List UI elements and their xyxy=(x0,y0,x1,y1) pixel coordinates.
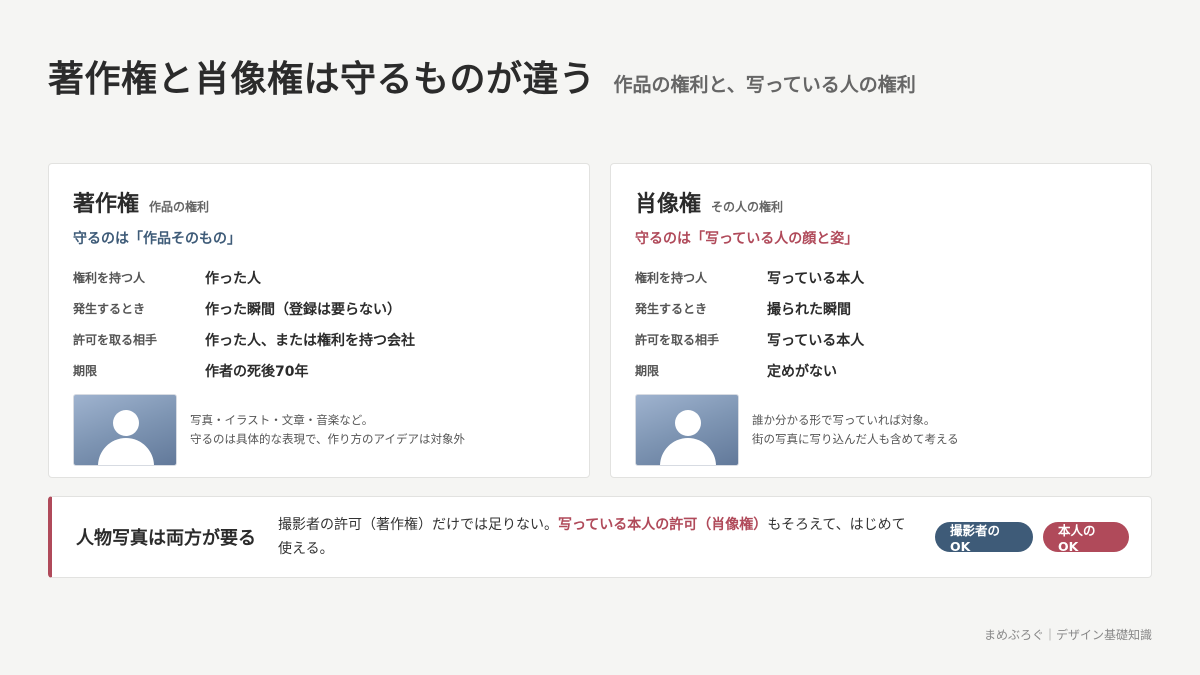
silhouette-body xyxy=(98,438,154,465)
card-note-line: 誰か分かる形で写っていれば対象。 xyxy=(752,413,936,427)
attribute-value: 作者の死後70年 xyxy=(205,363,309,380)
attribute-value: 撮られた瞬間 xyxy=(767,301,851,318)
banner-text-emphasis: 写っている本人の許可（肖像権） xyxy=(558,517,768,533)
card-lead: 守るのは「写っている人の顔と姿」 xyxy=(635,231,859,247)
attribute-label: 権利を持つ人 xyxy=(635,271,708,285)
footer-credit: まめぶろぐ｜デザイン基礎知識 xyxy=(983,628,1152,642)
card-subtitle: その人の権利 xyxy=(711,200,784,214)
copyright-card: 著作権 作品の権利 守るのは「作品そのもの」 権利を持つ人 作った人 発生すると… xyxy=(48,163,590,478)
card-note-line: 街の写真に写り込んだ人も含めて考える xyxy=(752,432,959,446)
card-note-line: 守るのは具体的な表現で、作り方のアイデアは対象外 xyxy=(190,432,465,446)
attribute-value: 定めがない xyxy=(767,363,837,380)
badge-group: 撮影者のOK 本人のOK xyxy=(935,522,1129,554)
attribute-row: 発生するとき 撮られた瞬間 xyxy=(635,293,1127,324)
attribute-label: 発生するとき xyxy=(635,302,708,316)
card-title: 肖像権 xyxy=(635,192,702,217)
page-header: 著作権と肖像権は守るものが違う 作品の権利と、写っている人の権利 xyxy=(48,50,916,102)
card-subtitle: 作品の権利 xyxy=(149,200,210,214)
attribute-value: 写っている本人 xyxy=(767,332,865,349)
banner-text: 撮影者の許可（著作権）だけでは足りない。写っている本人の許可（肖像権）もそろえて… xyxy=(278,513,918,561)
card-header: 著作権 作品の権利 xyxy=(73,186,565,217)
person-silhouette-icon xyxy=(73,394,177,466)
page-title: 著作権と肖像権は守るものが違う xyxy=(48,59,596,100)
attribute-label: 権利を持つ人 xyxy=(73,271,146,285)
attribute-label: 発生するとき xyxy=(73,302,146,316)
card-media: 誰か分かる形で写っていれば対象。 街の写真に写り込んだ人も含めて考える xyxy=(635,394,1127,466)
attribute-list: 権利を持つ人 作った人 発生するとき 作った瞬間（登録は要らない） 許可を取る相… xyxy=(73,262,565,386)
person-silhouette-icon xyxy=(635,394,739,466)
silhouette-body xyxy=(660,438,716,465)
attribute-row: 期限 定めがない xyxy=(635,355,1127,386)
page-subtitle: 作品の権利と、写っている人の権利 xyxy=(613,74,916,96)
photographer-ok-badge: 撮影者のOK xyxy=(935,522,1033,554)
attribute-label: 許可を取る相手 xyxy=(73,333,158,347)
attribute-row: 発生するとき 作った瞬間（登録は要らない） xyxy=(73,293,565,324)
attribute-row: 権利を持つ人 写っている本人 xyxy=(635,262,1127,293)
attribute-label: 期限 xyxy=(73,364,98,378)
card-note: 写真・イラスト・文章・音楽など。 守るのは具体的な表現で、作り方のアイデアは対象… xyxy=(190,411,465,449)
person-ok-badge: 本人のOK xyxy=(1043,522,1129,554)
attribute-value: 写っている本人 xyxy=(767,270,865,287)
card-note-line: 写真・イラスト・文章・音楽など。 xyxy=(190,413,374,427)
attribute-list: 権利を持つ人 写っている本人 発生するとき 撮られた瞬間 許可を取る相手 写って… xyxy=(635,262,1127,386)
attribute-row: 期限 作者の死後70年 xyxy=(73,355,565,386)
attribute-value: 作った瞬間（登録は要らない） xyxy=(205,301,401,318)
attribute-row: 許可を取る相手 写っている本人 xyxy=(635,324,1127,355)
summary-banner: 人物写真は両方が要る 撮影者の許可（著作権）だけでは足りない。写っている本人の許… xyxy=(48,496,1152,578)
attribute-label: 期限 xyxy=(635,364,660,378)
card-media: 写真・イラスト・文章・音楽など。 守るのは具体的な表現で、作り方のアイデアは対象… xyxy=(73,394,565,466)
attribute-row: 権利を持つ人 作った人 xyxy=(73,262,565,293)
silhouette-head xyxy=(675,410,701,436)
banner-text-start: 撮影者の許可（著作権）だけでは足りない。 xyxy=(278,517,558,533)
portrait-rights-card: 肖像権 その人の権利 守るのは「写っている人の顔と姿」 権利を持つ人 写っている… xyxy=(610,163,1152,478)
attribute-value: 作った人 xyxy=(205,270,261,287)
card-lead: 守るのは「作品そのもの」 xyxy=(73,231,241,247)
card-header: 肖像権 その人の権利 xyxy=(635,186,1127,217)
card-title: 著作権 xyxy=(73,192,140,217)
attribute-value: 作った人、または権利を持つ会社 xyxy=(205,332,415,349)
banner-title: 人物写真は両方が要る xyxy=(76,528,256,549)
card-note: 誰か分かる形で写っていれば対象。 街の写真に写り込んだ人も含めて考える xyxy=(752,411,959,449)
silhouette-head xyxy=(113,410,139,436)
attribute-label: 許可を取る相手 xyxy=(635,333,720,347)
attribute-row: 許可を取る相手 作った人、または権利を持つ会社 xyxy=(73,324,565,355)
